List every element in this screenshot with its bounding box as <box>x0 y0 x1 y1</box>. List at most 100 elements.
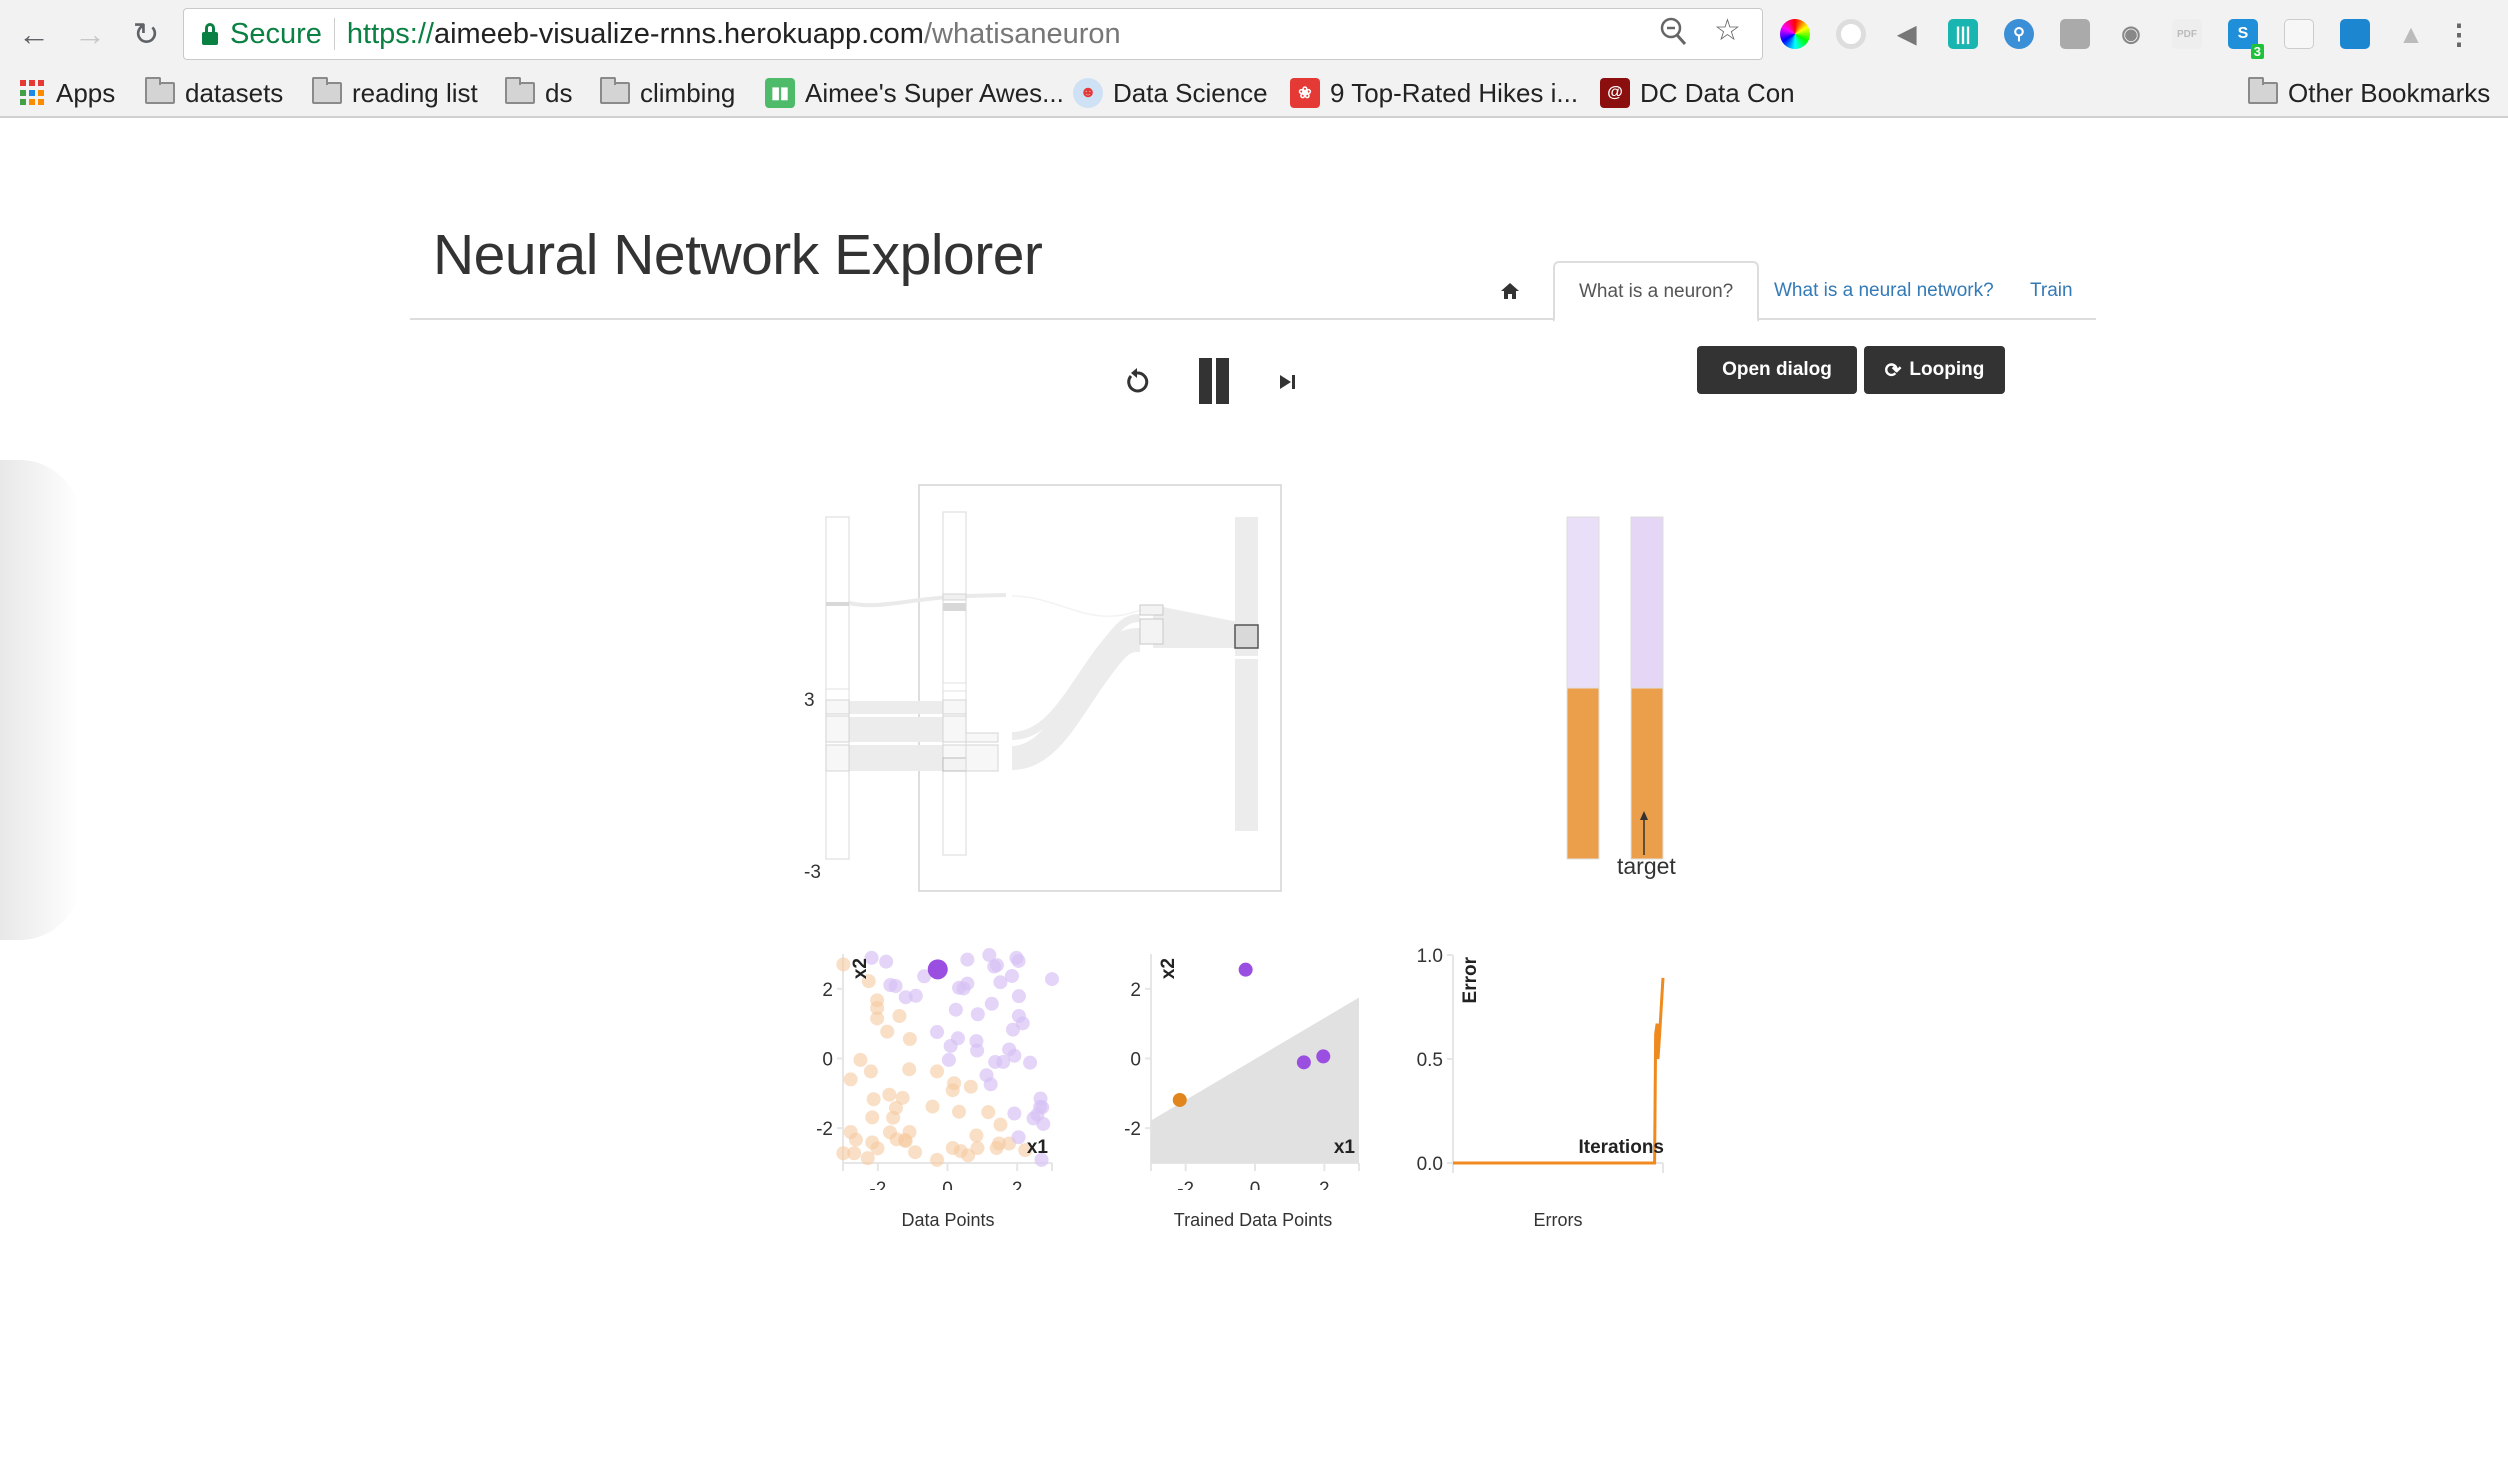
pause-button[interactable] <box>1193 358 1235 404</box>
url-scheme: https:// <box>346 17 434 50</box>
class-orange-point <box>848 1132 863 1147</box>
camera-extension-icon[interactable]: ◉ <box>2116 19 2146 49</box>
class-orange-point <box>866 1092 881 1107</box>
notification-badge: 3 <box>2250 44 2264 59</box>
pause-icon-bar <box>1199 358 1212 404</box>
y-tick-label: 0 <box>1130 1050 1141 1071</box>
url-host: aimeeb-visualize-rnns.herokuapp.com <box>433 17 924 50</box>
class-orange-point <box>843 1072 858 1087</box>
bookmark-apps[interactable]: Apps <box>20 76 115 110</box>
class-purple-point <box>908 988 923 1003</box>
url-path: /whatisaneuron <box>923 17 1121 50</box>
x-axis-label: x1 <box>1027 1137 1049 1158</box>
class-orange-point <box>836 957 851 972</box>
bookmark-data-science[interactable]: ☻ Data Science <box>1073 76 1268 110</box>
x-tick-label: 2 <box>1319 1179 1330 1190</box>
output-target-bars: target <box>1566 516 1676 879</box>
tab-home[interactable] <box>1480 261 1540 320</box>
class-orange-point <box>930 1152 945 1167</box>
tab-train[interactable]: Train <box>2030 261 2073 320</box>
x-tick-label: -2 <box>1177 1179 1194 1190</box>
pdfjs-extension-icon[interactable]: PDF <box>2172 19 2202 49</box>
color-picker-extension-icon[interactable] <box>1780 19 1810 49</box>
note-extension-icon[interactable] <box>2060 19 2090 49</box>
address-bar[interactable]: Secure https://aimeeb-visualize-rnns.her… <box>183 8 1763 60</box>
more-vertical-icon[interactable]: ⋮ <box>2445 19 2473 50</box>
bookmark-other-bookmarks[interactable]: Other Bookmarks <box>2248 76 2490 110</box>
axis-min-label: -3 <box>804 862 821 883</box>
y-axis-label: x2 <box>850 958 871 979</box>
x-tick-label: -2 <box>869 1179 886 1190</box>
class-purple-point <box>996 1054 1011 1069</box>
class-orange-point <box>963 1079 978 1094</box>
lock-icon <box>202 23 218 45</box>
back-button[interactable]: ← <box>14 14 54 54</box>
y-tick-label: 0.5 <box>1417 1050 1443 1071</box>
home-icon <box>1501 282 1519 299</box>
bookmark-label: 9 Top-Rated Hikes i... <box>1330 77 1579 108</box>
bookmark-dc-data-con[interactable]: @ DC Data Con <box>1600 76 1795 110</box>
bookmark-label: Data Science <box>1113 77 1268 108</box>
bookmark-folder-reading-list[interactable]: reading list <box>312 76 478 110</box>
zoom-out-icon[interactable] <box>1659 15 1689 57</box>
bookmark-trello-board[interactable]: ▮▮ Aimee's Super Awes... <box>765 76 1064 110</box>
y-tick-label: 0.0 <box>1417 1154 1443 1175</box>
crescent-extension-icon[interactable] <box>1836 19 1866 49</box>
open-dialog-button[interactable]: Open dialog <box>1697 346 1857 394</box>
x-tick-label: 2 <box>1012 1179 1023 1190</box>
restart-icon <box>1127 368 1149 393</box>
class-purple-point <box>1036 1116 1051 1131</box>
bookmark-hikes[interactable]: ❀ 9 Top-Rated Hikes i... <box>1290 76 1578 110</box>
bookmark-folder-climbing[interactable]: climbing <box>600 76 735 110</box>
bookmark-label: Aimee's Super Awes... <box>805 77 1064 108</box>
x-axis-label: Iterations <box>1578 1137 1664 1158</box>
speaker-extension-icon[interactable]: ◀ <box>1892 19 1922 49</box>
class-purple-point <box>989 958 1004 973</box>
search-extension-icon[interactable]: ⚲ <box>2004 19 2034 49</box>
class-orange-point <box>981 1105 996 1120</box>
class-orange-point <box>886 1110 901 1125</box>
class-orange-point <box>908 1145 923 1160</box>
class-purple-point <box>943 1038 958 1053</box>
class-purple-point <box>1296 1055 1311 1070</box>
looping-toggle-button[interactable]: ⟳ Looping <box>1864 346 2005 394</box>
class-orange-point <box>945 1083 960 1098</box>
class-purple-point <box>948 1002 963 1017</box>
y-tick-label: 2 <box>822 980 833 1001</box>
chart-caption-errors: Errors <box>1533 1210 1583 1230</box>
star-icon[interactable]: ☆ <box>1714 13 1741 48</box>
y-tick-label: 1.0 <box>1417 946 1443 967</box>
tab-what-is-a-neuron[interactable]: What is a neuron? <box>1553 261 1760 322</box>
restart-button[interactable] <box>1120 362 1154 402</box>
step-forward-button[interactable] <box>1277 370 1299 394</box>
input-flow-top <box>848 593 1007 608</box>
skype-extension-icon[interactable]: S3 <box>2228 19 2264 59</box>
columns-extension-icon[interactable]: ||| <box>1948 19 1978 49</box>
class-purple-point <box>983 1077 998 1092</box>
document-extension-icon[interactable] <box>2284 19 2314 49</box>
bookmark-label: reading list <box>352 77 478 108</box>
forward-button[interactable]: → <box>70 14 110 54</box>
class-orange-point <box>993 1117 1008 1132</box>
class-orange-point <box>892 1009 907 1024</box>
folder-icon <box>2248 77 2278 104</box>
class-orange-point <box>925 1099 940 1114</box>
class-purple-point <box>888 979 903 994</box>
tab-what-is-a-neural-network[interactable]: What is a neural network? <box>1774 261 1994 320</box>
side-panel-shadow <box>0 460 80 940</box>
pause-icon-bar <box>1216 358 1229 404</box>
class-orange-point <box>902 1062 917 1077</box>
bookmark-folder-datasets[interactable]: datasets <box>145 76 283 110</box>
class-orange-point <box>970 1141 985 1156</box>
bookmark-label: datasets <box>185 77 284 108</box>
bookmark-folder-ds[interactable]: ds <box>505 76 572 110</box>
x-tick-label: 0 <box>1250 1179 1261 1190</box>
reload-button[interactable]: ↻ <box>126 14 166 54</box>
drive-extension-icon[interactable]: ▲ <box>2396 19 2426 49</box>
divider <box>333 18 335 50</box>
sum-node <box>1139 604 1164 645</box>
folder-icon <box>600 77 630 104</box>
chart-caption-trained: Trained Data Points <box>1173 1210 1333 1230</box>
x-tick-label: 0 <box>942 1179 953 1190</box>
trello-extension-icon[interactable] <box>2340 19 2370 49</box>
